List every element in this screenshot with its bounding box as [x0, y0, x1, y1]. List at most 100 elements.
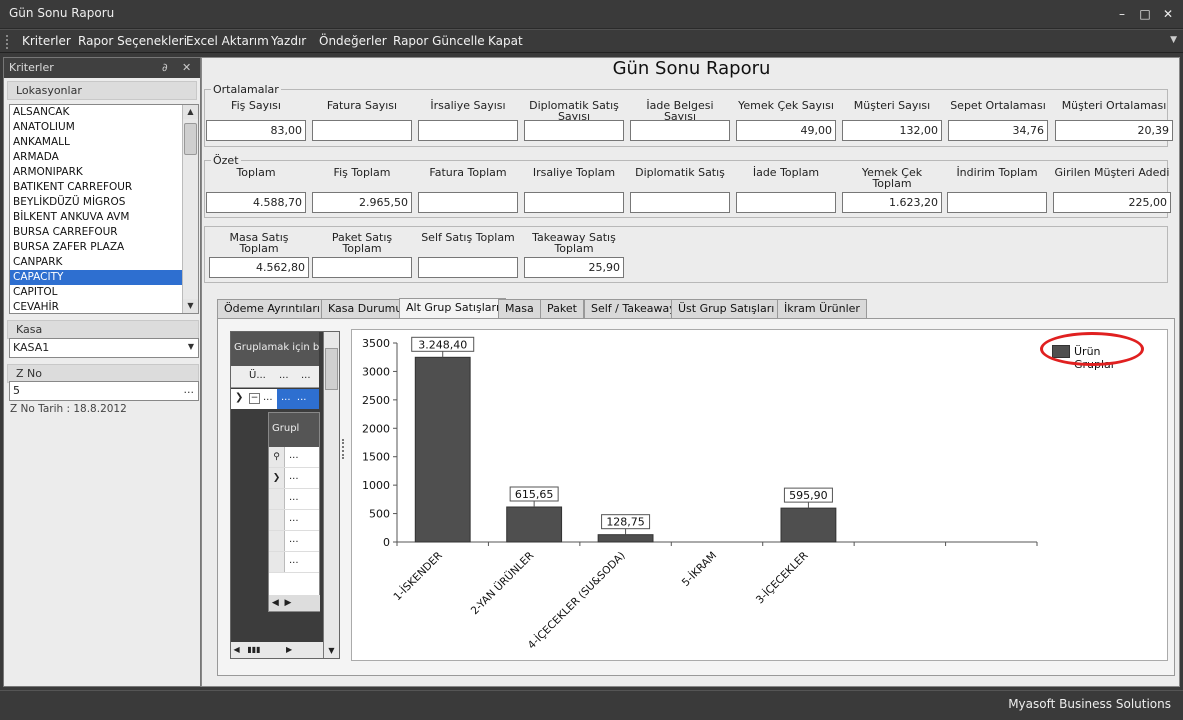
location-item[interactable]: ANATOLIUM: [10, 120, 183, 135]
tab-3[interactable]: Masa: [498, 299, 541, 318]
grid-column-header[interactable]: ...: [279, 370, 289, 381]
scroll-thumb[interactable]: [184, 123, 197, 155]
maximize-icon[interactable]: □: [1136, 6, 1154, 22]
menu-yazdir[interactable]: Yazdır: [271, 34, 306, 48]
location-item[interactable]: ARMONIPARK: [10, 165, 183, 180]
location-item[interactable]: CANPARK: [10, 255, 183, 270]
location-item[interactable]: CAPACITY: [10, 270, 183, 285]
sales-field[interactable]: 25,90: [524, 257, 624, 278]
menu-rapor-secenekleri[interactable]: Rapor Seçenekleri: [78, 34, 187, 48]
splitter-grip[interactable]: [342, 439, 346, 459]
grid-cell-selected[interactable]: ... ...: [277, 389, 319, 409]
detail-row[interactable]: ...: [269, 531, 319, 552]
location-item[interactable]: BURSA CARREFOUR: [10, 225, 183, 240]
average-field[interactable]: [524, 120, 624, 141]
menu-excel-aktarim[interactable]: Excel Aktarım: [186, 34, 269, 48]
chart-bar: [414, 356, 471, 543]
detail-row[interactable]: ⚲...: [269, 447, 319, 468]
grid-column-header[interactable]: Ü...: [249, 370, 266, 381]
minimize-icon[interactable]: –: [1113, 6, 1131, 22]
sales-field[interactable]: [312, 257, 412, 278]
grouping-grid[interactable]: Gruplamak için bir Ü... ... ... ❯ − ... …: [230, 331, 340, 659]
average-field[interactable]: [630, 120, 730, 141]
location-item[interactable]: BATIKENT CARREFOUR: [10, 180, 183, 195]
summary-field[interactable]: [630, 192, 730, 213]
pin-icon[interactable]: ∂: [162, 61, 168, 74]
y-tick-label: 1500: [362, 451, 390, 464]
average-field[interactable]: 83,00: [206, 120, 306, 141]
scroll-up-icon[interactable]: ▲: [183, 105, 198, 119]
tab-2[interactable]: Alt Grup Satışları: [399, 298, 507, 319]
close-icon[interactable]: ✕: [182, 61, 191, 74]
detail-row[interactable]: ❯...: [269, 468, 319, 489]
menu-kriterler[interactable]: Kriterler: [22, 34, 71, 48]
row-indicator-cell: [233, 370, 247, 384]
location-item[interactable]: ALSANCAK: [10, 105, 183, 120]
x-tick-label: 4-İÇECEKLER (SU&SODA): [525, 549, 628, 652]
zno-input[interactable]: 5 ...: [9, 381, 199, 401]
kasa-select[interactable]: KASA1 ▼: [9, 338, 199, 358]
detail-row[interactable]: ...: [269, 489, 319, 510]
average-field[interactable]: [418, 120, 518, 141]
summary-field[interactable]: [947, 192, 1047, 213]
locations-list[interactable]: ALSANCAK ANATOLIUM ANKAMALL ARMADA ARMONIPAR…: [9, 104, 199, 314]
chart-bar: [506, 506, 563, 543]
grid-row[interactable]: ❯ − ... ... ...: [231, 389, 319, 409]
summary-field[interactable]: [524, 192, 624, 213]
average-field[interactable]: 34,76: [948, 120, 1048, 141]
detail-row[interactable]: ...: [269, 552, 319, 573]
tab-5[interactable]: Self / Takeaway: [584, 299, 683, 318]
location-item[interactable]: BURSA ZAFER PLAZA: [10, 240, 183, 255]
tab-0[interactable]: Ödeme Ayrıntıları: [217, 299, 327, 318]
location-item[interactable]: ANKAMALL: [10, 135, 183, 150]
average-field[interactable]: [312, 120, 412, 141]
grid-column-header[interactable]: ...: [301, 370, 311, 381]
summary-field[interactable]: 2.965,50: [312, 192, 412, 213]
menu-ondegerler[interactable]: Öndeğerler: [319, 34, 387, 48]
grid-hscrollbar[interactable]: ◀ ▮▮▮ ▶: [231, 642, 323, 658]
collapse-icon[interactable]: −: [249, 393, 260, 404]
tab-4[interactable]: Paket: [540, 299, 584, 318]
grid-vscrollbar[interactable]: ▼: [323, 332, 339, 658]
average-label: Müşteri Sayısı: [853, 99, 931, 112]
location-item[interactable]: ARMADA: [10, 150, 183, 165]
data-label: 615,65: [515, 488, 554, 501]
scroll-down-icon[interactable]: ▼: [324, 644, 339, 658]
tab-7[interactable]: İkram Ürünler: [777, 299, 867, 318]
row-indicator: [269, 510, 285, 530]
average-label: Fatura Sayısı: [326, 99, 398, 112]
average-label: Yemek Çek Sayısı: [738, 99, 834, 112]
summary-field[interactable]: 1.623,20: [842, 192, 942, 213]
close-icon[interactable]: ✕: [1159, 6, 1177, 22]
detail-grid[interactable]: Grupl ⚲... ❯............... ◀ ▶: [268, 412, 320, 612]
chevron-down-icon[interactable]: ▼: [1170, 35, 1177, 45]
chevron-down-icon[interactable]: ▼: [188, 342, 194, 351]
x-tick-label: 1-İSKENDER: [391, 549, 445, 603]
tab-1[interactable]: Kasa Durumu: [321, 299, 410, 318]
location-item[interactable]: CAPITOL: [10, 285, 183, 300]
location-item[interactable]: BEYLİKDÜZÜ MİGROS: [10, 195, 183, 210]
averages-legend: Ortalamalar: [213, 83, 279, 96]
average-field[interactable]: 20,39: [1055, 120, 1173, 141]
menu-rapor-guncelle[interactable]: Rapor Güncelle: [393, 34, 485, 48]
detail-row[interactable]: ...: [269, 510, 319, 531]
sales-field[interactable]: [418, 257, 518, 278]
average-field[interactable]: 49,00: [736, 120, 836, 141]
locations-scrollbar[interactable]: ▲ ▼: [182, 105, 198, 313]
sales-field[interactable]: 4.562,80: [209, 257, 309, 278]
ellipsis-button[interactable]: ...: [184, 383, 195, 396]
locations-label: Lokasyonlar: [16, 84, 82, 97]
scroll-down-icon[interactable]: ▼: [183, 299, 198, 313]
menu-kapat[interactable]: Kapat: [488, 34, 523, 48]
scroll-thumb[interactable]: [325, 348, 338, 390]
summary-field[interactable]: [418, 192, 518, 213]
tab-6[interactable]: Üst Grup Satışları: [671, 299, 782, 318]
location-item[interactable]: BİLKENT ANKUVA AVM: [10, 210, 183, 225]
detail-hscroll[interactable]: ◀ ▶: [269, 595, 320, 611]
location-item[interactable]: CEVAHİR: [10, 300, 183, 313]
group-hint: Gruplamak için bir: [231, 332, 319, 366]
summary-field[interactable]: 4.588,70: [206, 192, 306, 213]
summary-field[interactable]: 225,00: [1053, 192, 1171, 213]
summary-field[interactable]: [736, 192, 836, 213]
average-field[interactable]: 132,00: [842, 120, 942, 141]
